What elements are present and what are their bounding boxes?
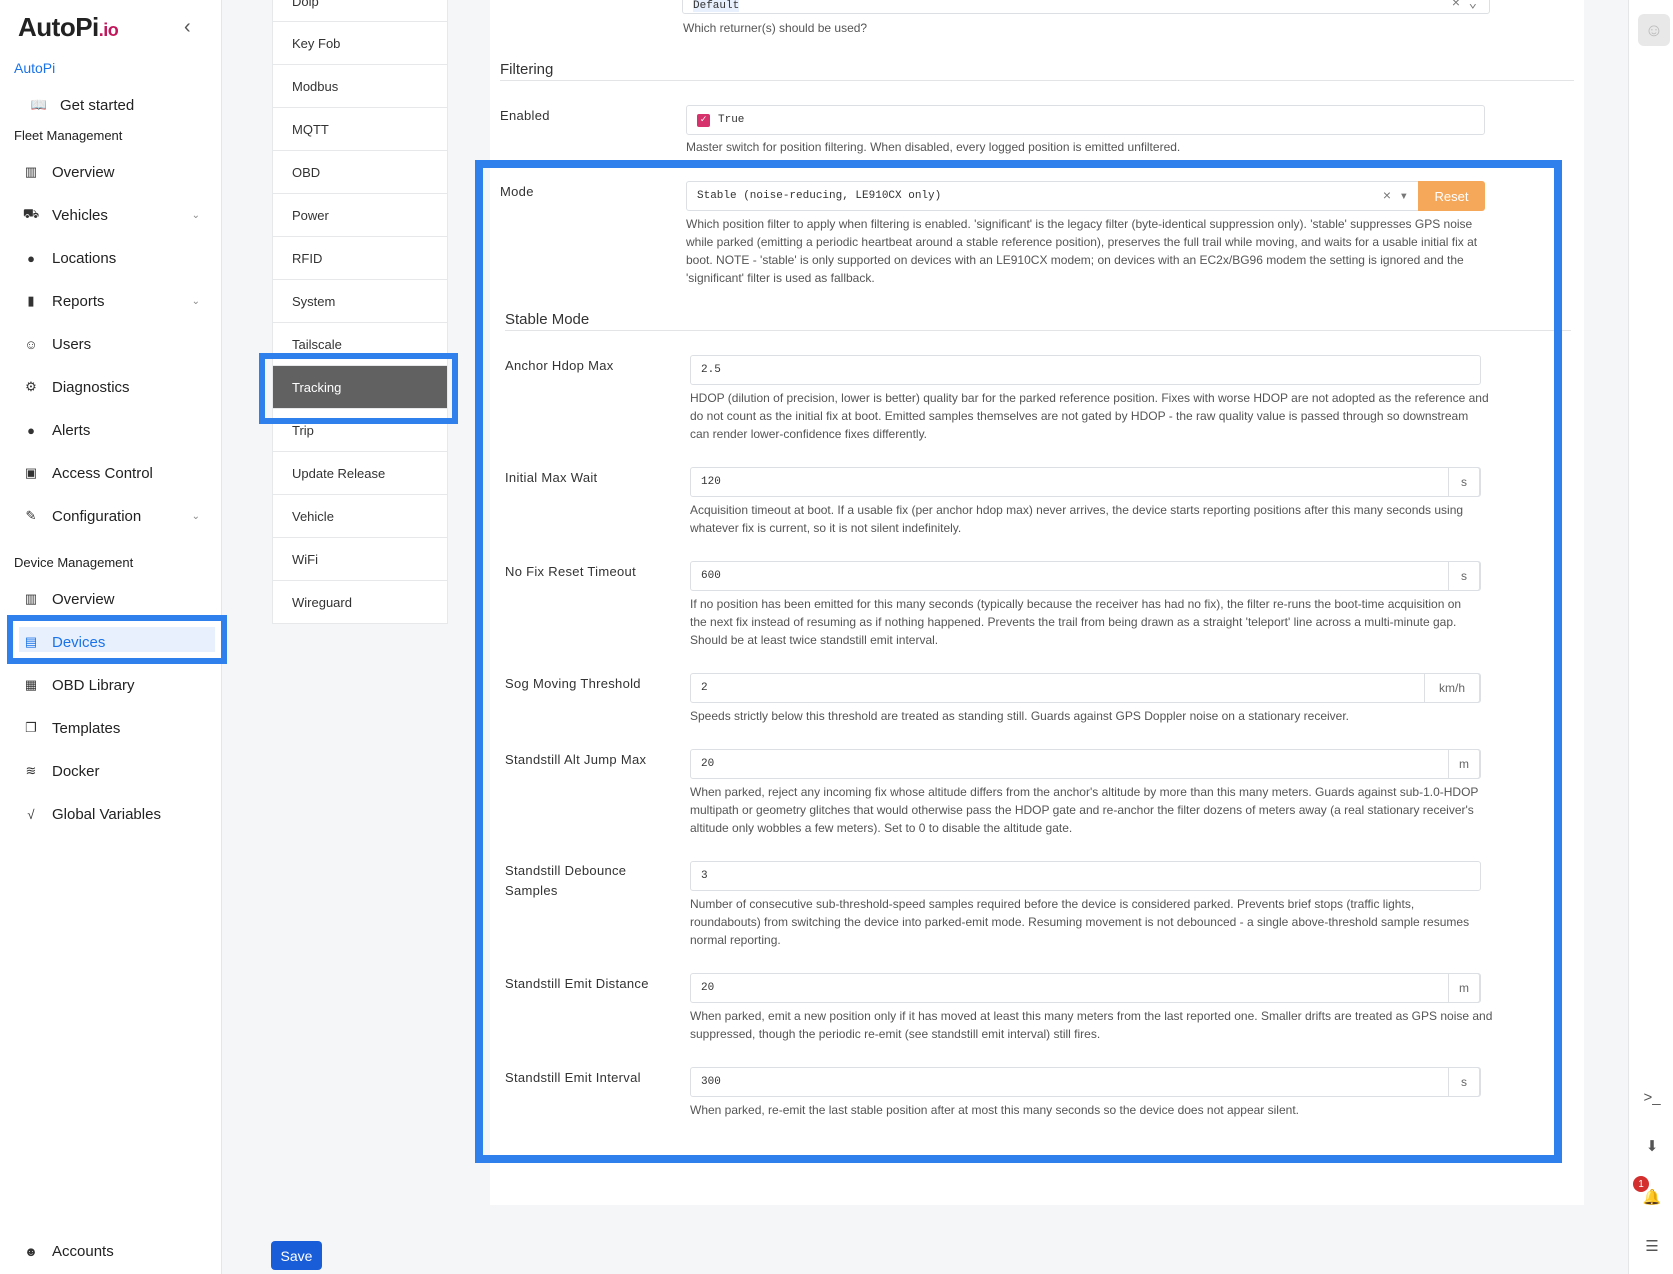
templates-icon: ❐ [25,720,37,735]
notification-badge: 1 [1633,1176,1649,1192]
sidebar-item-alerts[interactable]: ● Alerts [20,415,210,445]
sidebar-item-obd-library[interactable]: ▦ OBD Library [20,670,210,700]
chevron-down-icon: ⌄ [191,295,200,307]
enabled-help: Master switch for position filtering. Wh… [686,140,1181,154]
wrench-icon: ✎ [25,508,37,523]
chevron-down-icon: ⌄ [191,510,200,522]
sidebar-item-get-started[interactable]: 📖 Get started [28,90,218,120]
stable-mode-highlight [475,160,1562,1163]
device-management-title: Device Management [14,555,134,570]
submenu-item-wireguard[interactable]: Wireguard [272,581,448,624]
submenu-item-power[interactable]: Power [272,194,448,237]
sidebar-item-global-variables[interactable]: √ Global Variables [20,799,210,829]
right-rail: >_ ⬇ 🔔 ☰ [1628,0,1673,1274]
sidebar-item-locations[interactable]: ● Locations [20,243,210,273]
sidebar-item-fleet-overview[interactable]: ▥ Overview [20,157,210,187]
access-control-icon: ▣ [24,465,38,480]
sidebar-item-access-control[interactable]: ▣ Access Control [20,458,210,488]
returner-help: Which returner(s) should be used? [683,21,868,35]
variable-icon: √ [27,806,35,822]
car-icon: ⛟ [22,206,40,221]
sidebar-item-templates[interactable]: ❐ Templates [20,713,210,743]
library-icon: ▦ [24,677,38,692]
logo[interactable]: AutoPi.io [18,12,119,43]
sidebar-item-reports[interactable]: ▮ Reports ⌄ [20,286,210,316]
submenu-item-system[interactable]: System [272,280,448,323]
submenu-item-vehicle[interactable]: Vehicle [272,495,448,538]
fleet-management-title: Fleet Management [14,128,123,143]
submenu-active-highlight [259,353,458,424]
devices-icon: ▤ [24,634,38,649]
document-icon: ▮ [27,293,35,308]
sidebar-item-vehicles[interactable]: ⛟ Vehicles ⌄ [20,200,210,230]
save-button[interactable]: Save [271,1241,322,1270]
checkbox-checked-icon[interactable]: ✓ [697,113,710,127]
users-icon: ☺ [24,336,38,352]
avatar[interactable]: ☺ [1638,14,1670,46]
sidebar-item-docker[interactable]: ≋ Docker [20,756,210,786]
sidebar-item-device-overview[interactable]: ▥ Overview [20,584,210,614]
sidebar-item-users[interactable]: ☺ Users [20,329,210,359]
sidebar-item-accounts[interactable]: ☻ Accounts [20,1236,210,1266]
submenu-item-mqtt[interactable]: MQTT [272,108,448,151]
docker-icon: ≋ [25,763,37,778]
sidebar-item-devices[interactable]: ▤ Devices [20,627,210,657]
filtering-section-title: Filtering [500,61,554,78]
clear-chevron-icon[interactable]: × ⌄ [1452,0,1477,12]
submenu-item-modbus[interactable]: Modbus [272,65,448,108]
location-pin-icon: ● [27,250,35,266]
chart-icon: ▥ [24,164,38,179]
sidebar-item-configuration[interactable]: ✎ Configuration ⌄ [20,501,210,531]
chevron-down-icon: ⌄ [191,209,200,221]
enabled-field[interactable]: ✓ True [686,105,1485,135]
org-name[interactable]: AutoPi [14,60,55,76]
submenu-item-update-release[interactable]: Update Release [272,452,448,495]
submenu-item-key-fob[interactable]: Key Fob [272,22,448,65]
submenu-item-doip[interactable]: Doip [272,0,448,22]
alert-icon: ● [27,422,35,438]
book-icon: 📖 [30,97,48,112]
submenu-item-rfid[interactable]: RFID [272,237,448,280]
terminal-icon[interactable]: >_ [1641,1086,1663,1108]
accounts-icon: ☻ [24,1243,38,1259]
enabled-label: Enabled [500,108,550,123]
chart-icon: ▥ [24,591,38,606]
submenu-item-wifi[interactable]: WiFi [272,538,448,581]
download-icon[interactable]: ⬇ [1641,1135,1663,1157]
diagnostics-icon: ⚙ [25,379,37,394]
collapse-sidebar-icon[interactable]: ‹ [184,16,191,39]
sidebar-item-diagnostics[interactable]: ⚙ Diagnostics [20,372,210,402]
submenu-item-obd[interactable]: OBD [272,151,448,194]
returner-select[interactable]: Default × ⌄ [682,0,1490,14]
checklist-icon[interactable]: ☰ [1641,1235,1663,1257]
